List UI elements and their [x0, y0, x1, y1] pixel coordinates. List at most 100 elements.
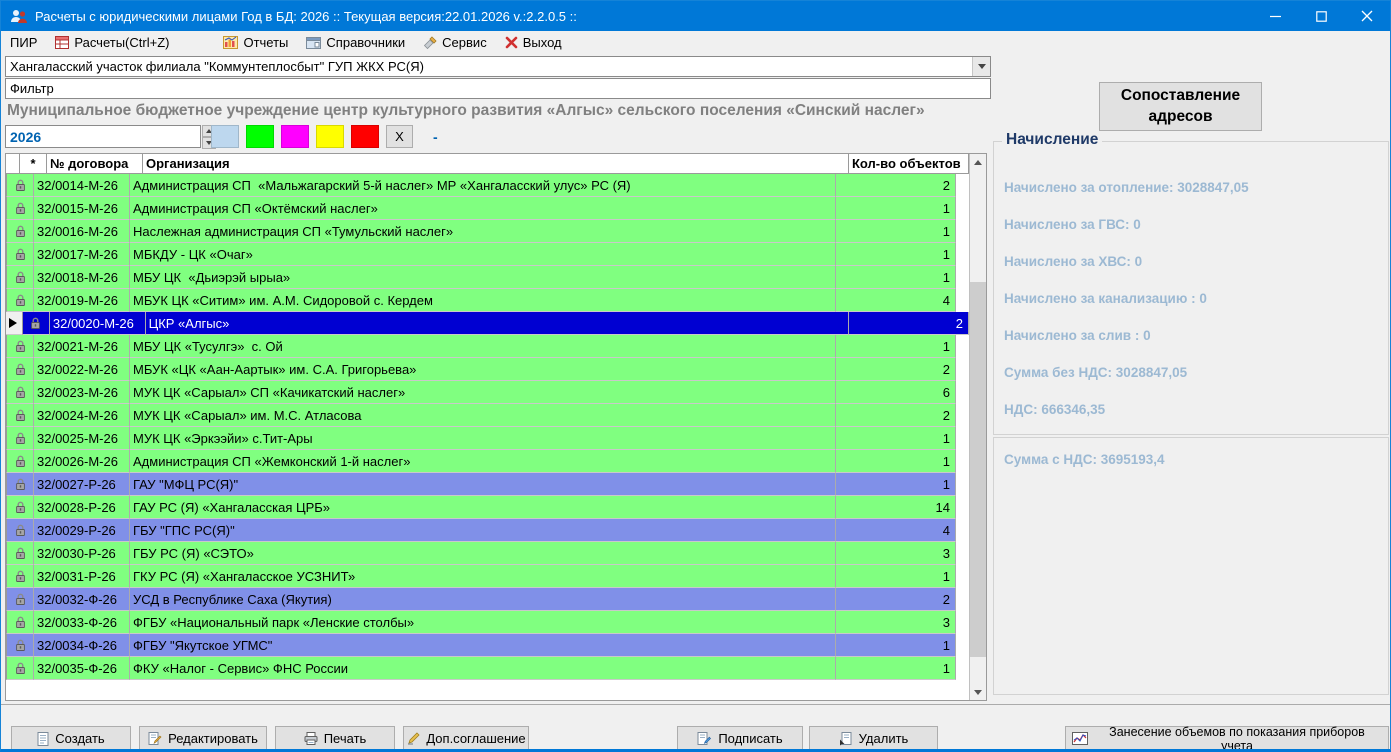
- table-row[interactable]: 32/0030-Р-26ГБУ РС (Я) «СЭТО»3: [6, 542, 969, 565]
- scroll-down-button[interactable]: [970, 684, 986, 700]
- color-swatch-yellow[interactable]: [316, 125, 344, 148]
- row-status-cell: [7, 427, 34, 450]
- create-button[interactable]: Создать: [11, 726, 131, 751]
- column-header-object-count[interactable]: Кол-во объектов: [849, 154, 969, 173]
- table-row[interactable]: 32/0034-Ф-26ФГБУ "Якутское УГМС"1: [6, 634, 969, 657]
- table-row[interactable]: 32/0016-М-26Наслежная администрация СП «…: [6, 220, 969, 243]
- row-status-cell: [7, 266, 34, 289]
- organization-cell: ЦКР «Алгыс»: [146, 312, 850, 335]
- row-status-cell: [7, 289, 34, 312]
- contract-number-cell: 32/0032-Ф-26: [34, 588, 130, 611]
- lock-icon: [15, 271, 26, 284]
- combo-dropdown-button[interactable]: [972, 57, 990, 76]
- accrual-line-1: Начислено за ГВС: 0: [1004, 217, 1141, 232]
- button-label: Печать: [324, 731, 367, 746]
- app-icon: [10, 8, 28, 24]
- chevron-down-icon: [978, 64, 986, 73]
- branch-select-value: Хангаласский участок филиала "Коммунтепл…: [10, 59, 424, 74]
- organization-cell: МУК ЦК «Эркээйи» с.Тит-Ары: [130, 427, 836, 450]
- contract-number-cell: 32/0034-Ф-26: [34, 634, 130, 657]
- column-header-organization[interactable]: Организация: [143, 154, 849, 173]
- table-row[interactable]: 32/0023-М-26МУК ЦК «Сарыал» СП «Качикатс…: [6, 381, 969, 404]
- contract-number-cell: 32/0031-Р-26: [34, 565, 130, 588]
- menu-item-raschety[interactable]: Расчеты(Ctrl+Z): [46, 31, 178, 54]
- filter-value: Фильтр: [10, 81, 54, 96]
- menu-item-spravochniki[interactable]: Справочники: [297, 31, 414, 54]
- dash-label: -: [433, 129, 438, 145]
- menu-item-pir[interactable]: ПИР: [1, 31, 46, 54]
- organization-cell: МБУ ЦК «Дьиэрэй ырыа»: [130, 266, 836, 289]
- row-status-cell: [7, 174, 34, 197]
- print-icon: [304, 732, 318, 745]
- table-row[interactable]: 32/0015-М-26Администрация СП «Октёмский …: [6, 197, 969, 220]
- sign-button[interactable]: Подписать: [677, 726, 803, 751]
- column-header-contract[interactable]: № договора: [47, 154, 143, 173]
- contract-number-cell: 32/0023-М-26: [34, 381, 130, 404]
- table-row[interactable]: 32/0019-М-26МБУК ЦК «Ситим» им. А.М. Сид…: [6, 289, 969, 312]
- color-swatch-red[interactable]: [351, 125, 379, 148]
- table-row[interactable]: 32/0032-Ф-26УСД в Республике Саха (Якути…: [6, 588, 969, 611]
- object-count-cell: 1: [836, 266, 956, 289]
- table-row[interactable]: 32/0022-М-26МБУК «ЦК «Аан-Аартык» им. С.…: [6, 358, 969, 381]
- organization-cell: МБКДУ - ЦК «Очаг»: [130, 243, 836, 266]
- minimize-icon: [1270, 11, 1281, 22]
- table-row[interactable]: 32/0025-М-26МУК ЦК «Эркээйи» с.Тит-Ары1: [6, 427, 969, 450]
- minimize-button[interactable]: [1252, 1, 1298, 31]
- color-swatch-green[interactable]: [246, 125, 274, 148]
- object-count-cell: 3: [836, 611, 956, 634]
- table-row[interactable]: 32/0021-М-26МБУ ЦК «Тусулгэ» с. Ой1: [6, 335, 969, 358]
- window-controls: [1252, 1, 1390, 31]
- address-matching-button[interactable]: Сопоставление адресов: [1099, 82, 1262, 131]
- maximize-button[interactable]: [1298, 1, 1344, 31]
- contract-number-cell: 32/0018-М-26: [34, 266, 130, 289]
- clear-color-button[interactable]: X: [386, 125, 413, 148]
- lock-icon: [15, 225, 26, 238]
- organization-cell: Администрация СП «Октёмский наслег»: [130, 197, 836, 220]
- table-row[interactable]: 32/0029-Р-26ГБУ "ГПС РС(Я)"4: [6, 519, 969, 542]
- delete-button[interactable]: Удалить: [809, 726, 938, 751]
- lock-icon: [15, 616, 26, 629]
- year-value: 2026: [10, 129, 41, 145]
- organization-cell: ФГБУ "Якутское УГМС": [130, 634, 836, 657]
- year-input[interactable]: 2026: [5, 125, 201, 148]
- table-row[interactable]: 32/0020-М-26ЦКР «Алгыс»2: [6, 312, 969, 335]
- close-icon: [1361, 10, 1373, 22]
- object-count-cell: 6: [836, 381, 956, 404]
- agreement-button[interactable]: Доп.соглашение: [403, 726, 529, 751]
- contract-number-cell: 32/0017-М-26: [34, 243, 130, 266]
- table-row[interactable]: 32/0027-Р-26ГАУ "МФЦ РС(Я)"1: [6, 473, 969, 496]
- color-swatch-lightblue[interactable]: [211, 125, 239, 148]
- accrual-line-4: Начислено за слив : 0: [1004, 328, 1151, 343]
- table-row[interactable]: 32/0031-Р-26ГКУ РС (Я) «Хангаласское УСЗ…: [6, 565, 969, 588]
- table-row[interactable]: 32/0028-Р-26ГАУ РС (Я) «Хангаласская ЦРБ…: [6, 496, 969, 519]
- scrollbar-thumb[interactable]: [970, 282, 986, 657]
- sign-icon: [697, 732, 712, 746]
- table-row[interactable]: 32/0017-М-26МБКДУ - ЦК «Очаг»1: [6, 243, 969, 266]
- table-row[interactable]: 32/0018-М-26МБУ ЦК «Дьиэрэй ырыа»1: [6, 266, 969, 289]
- table-row[interactable]: 32/0014-М-26Администрация СП «Мальжагарс…: [6, 174, 969, 197]
- table-row[interactable]: 32/0024-М-26МУК ЦК «Сарыал» им. М.С. Атл…: [6, 404, 969, 427]
- contract-number-cell: 32/0028-Р-26: [34, 496, 130, 519]
- close-button[interactable]: [1344, 1, 1390, 31]
- column-header-star[interactable]: *: [20, 154, 47, 173]
- branch-select[interactable]: Хангаласский участок филиала "Коммунтепл…: [5, 56, 991, 77]
- print-button[interactable]: Печать: [275, 726, 395, 751]
- vertical-scrollbar[interactable]: [969, 154, 986, 700]
- object-count-cell: 3: [836, 542, 956, 565]
- table-row[interactable]: 32/0035-Ф-26ФКУ «Налог - Сервис» ФНС Рос…: [6, 657, 969, 680]
- organization-cell: ГАУ "МФЦ РС(Я)": [130, 473, 836, 496]
- contract-number-cell: 32/0029-Р-26: [34, 519, 130, 542]
- color-swatch-magenta[interactable]: [281, 125, 309, 148]
- meter-volumes-button[interactable]: Занесение объемов по показания приборов …: [1065, 726, 1389, 751]
- filter-input[interactable]: Фильтр: [5, 78, 991, 99]
- scroll-up-button[interactable]: [970, 154, 986, 170]
- row-status-cell: [7, 450, 34, 473]
- column-header-indicator: [6, 154, 20, 173]
- table-row[interactable]: 32/0026-М-26Администрация СП «Жемконский…: [6, 450, 969, 473]
- table-row[interactable]: 32/0033-Ф-26ФГБУ «Национальный парк «Лен…: [6, 611, 969, 634]
- edit-button[interactable]: Редактировать: [139, 726, 267, 751]
- menu-item-vyhod[interactable]: Выход: [496, 31, 571, 54]
- menu-item-servis[interactable]: Сервис: [414, 31, 496, 54]
- menu-item-otchety[interactable]: Отчеты: [214, 31, 297, 54]
- object-count-cell: 2: [836, 588, 956, 611]
